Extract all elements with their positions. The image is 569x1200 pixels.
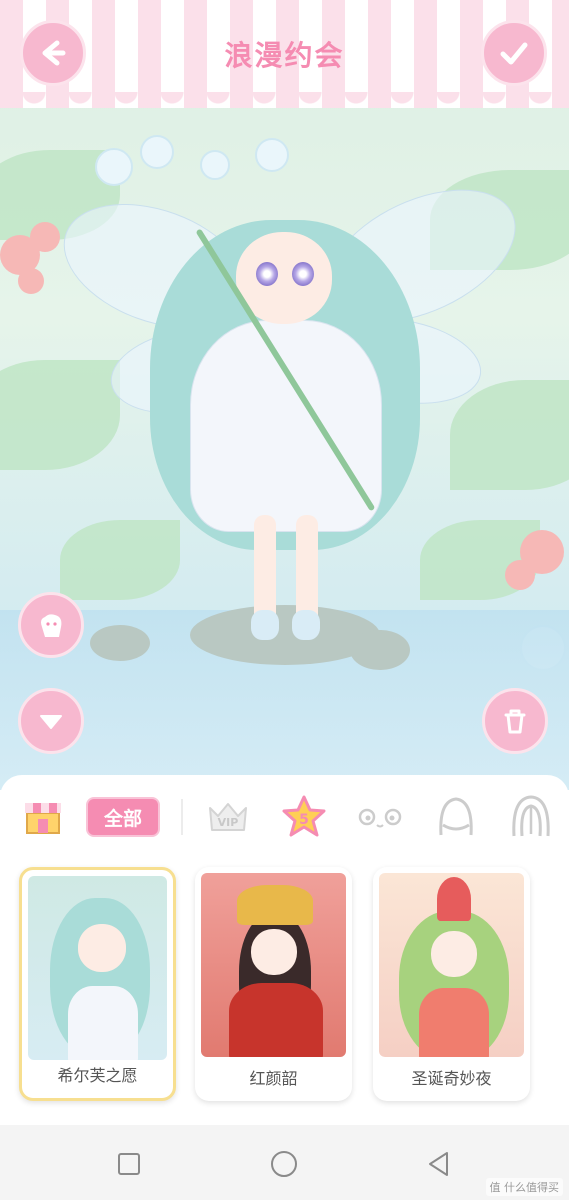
flower <box>140 135 174 169</box>
thumbnail-body <box>229 983 323 1057</box>
check-icon <box>500 42 528 65</box>
outfit-card[interactable]: 希尔芙之愿 <box>19 867 176 1101</box>
character-eye <box>256 262 278 286</box>
flower <box>255 138 289 172</box>
flower <box>200 150 230 180</box>
arrow-left-icon <box>42 40 66 66</box>
hand-pose-icon <box>41 614 62 637</box>
collapse-button[interactable] <box>18 688 84 754</box>
outfit-thumbnail <box>379 873 524 1057</box>
confirm-button[interactable] <box>481 20 547 86</box>
outfit-card[interactable]: 圣诞奇妙夜 <box>373 867 530 1101</box>
svg-text:VIP: VIP <box>218 816 239 829</box>
flower <box>95 148 133 186</box>
background-leaf <box>60 520 180 600</box>
thumbnail-body <box>68 986 138 1060</box>
berry <box>18 268 44 294</box>
category-tabs: 全部 VIP 5 <box>0 775 569 857</box>
awning-scallop <box>0 92 569 114</box>
thumbnail-face <box>78 924 126 972</box>
outfit-thumbnail <box>201 873 346 1057</box>
character-leg <box>254 515 276 625</box>
chevron-down-icon <box>40 715 62 729</box>
thumbnail-hat <box>437 877 471 921</box>
character-dress <box>190 320 382 532</box>
tab-head[interactable] <box>432 793 480 839</box>
stone <box>350 630 410 670</box>
delete-button[interactable] <box>482 688 548 754</box>
thumbnail-headdress <box>237 885 313 925</box>
star-icon: 5 <box>282 795 326 837</box>
home-button[interactable] <box>267 1147 301 1181</box>
face-icon <box>358 808 402 828</box>
dressup-scene: 浪漫约会 <box>0 0 569 790</box>
tab-all[interactable]: 全部 <box>86 797 160 837</box>
hair-icon <box>512 795 550 837</box>
tab-star[interactable]: 5 <box>280 793 328 839</box>
character-leg <box>296 515 318 625</box>
head-icon <box>439 797 473 836</box>
back-button[interactable] <box>20 20 86 86</box>
trash-icon <box>504 709 526 734</box>
pose-button[interactable] <box>18 592 84 658</box>
recent-apps-button[interactable] <box>112 1147 146 1181</box>
system-back-button[interactable] <box>422 1147 456 1181</box>
character-eye <box>292 262 314 286</box>
tab-divider <box>181 799 183 835</box>
svg-text:5: 5 <box>299 812 309 828</box>
shop-icon <box>25 803 61 834</box>
watermark: 值 什么值得买 <box>485 1178 563 1196</box>
berry <box>30 222 60 252</box>
background-leaf <box>450 380 569 490</box>
tab-vip[interactable]: VIP <box>204 793 252 839</box>
circle-home-icon <box>271 1151 297 1177</box>
outfit-name: 希尔芙之愿 <box>57 1066 138 1085</box>
berry <box>505 560 535 590</box>
tab-face[interactable] <box>354 793 406 839</box>
thumbnail-body <box>419 988 489 1057</box>
character-shoe <box>292 610 320 640</box>
tab-shop[interactable] <box>20 793 66 839</box>
crown-icon: VIP <box>209 803 247 831</box>
tab-hair[interactable] <box>508 793 554 839</box>
thumbnail-face <box>251 929 297 975</box>
wardrobe-panel: 全部 VIP 5 希尔芙之愿 红颜韶 圣诞奇妙夜 <box>0 775 569 1125</box>
outfit-name: 红颜韶 <box>249 1069 298 1088</box>
outfit-card[interactable]: 红颜韶 <box>195 867 352 1101</box>
outfit-list: 希尔芙之愿 红颜韶 圣诞奇妙夜 <box>0 867 569 1107</box>
thumbnail-face <box>431 931 477 977</box>
background-leaf <box>0 360 120 470</box>
outfit-name: 圣诞奇妙夜 <box>411 1069 492 1088</box>
stone <box>90 625 150 661</box>
square-icon <box>118 1153 140 1175</box>
character-shoe <box>251 610 279 640</box>
outfit-thumbnail <box>28 876 167 1060</box>
system-navbar: 值 什么值得买 <box>0 1125 569 1200</box>
triangle-back-icon <box>429 1152 448 1176</box>
